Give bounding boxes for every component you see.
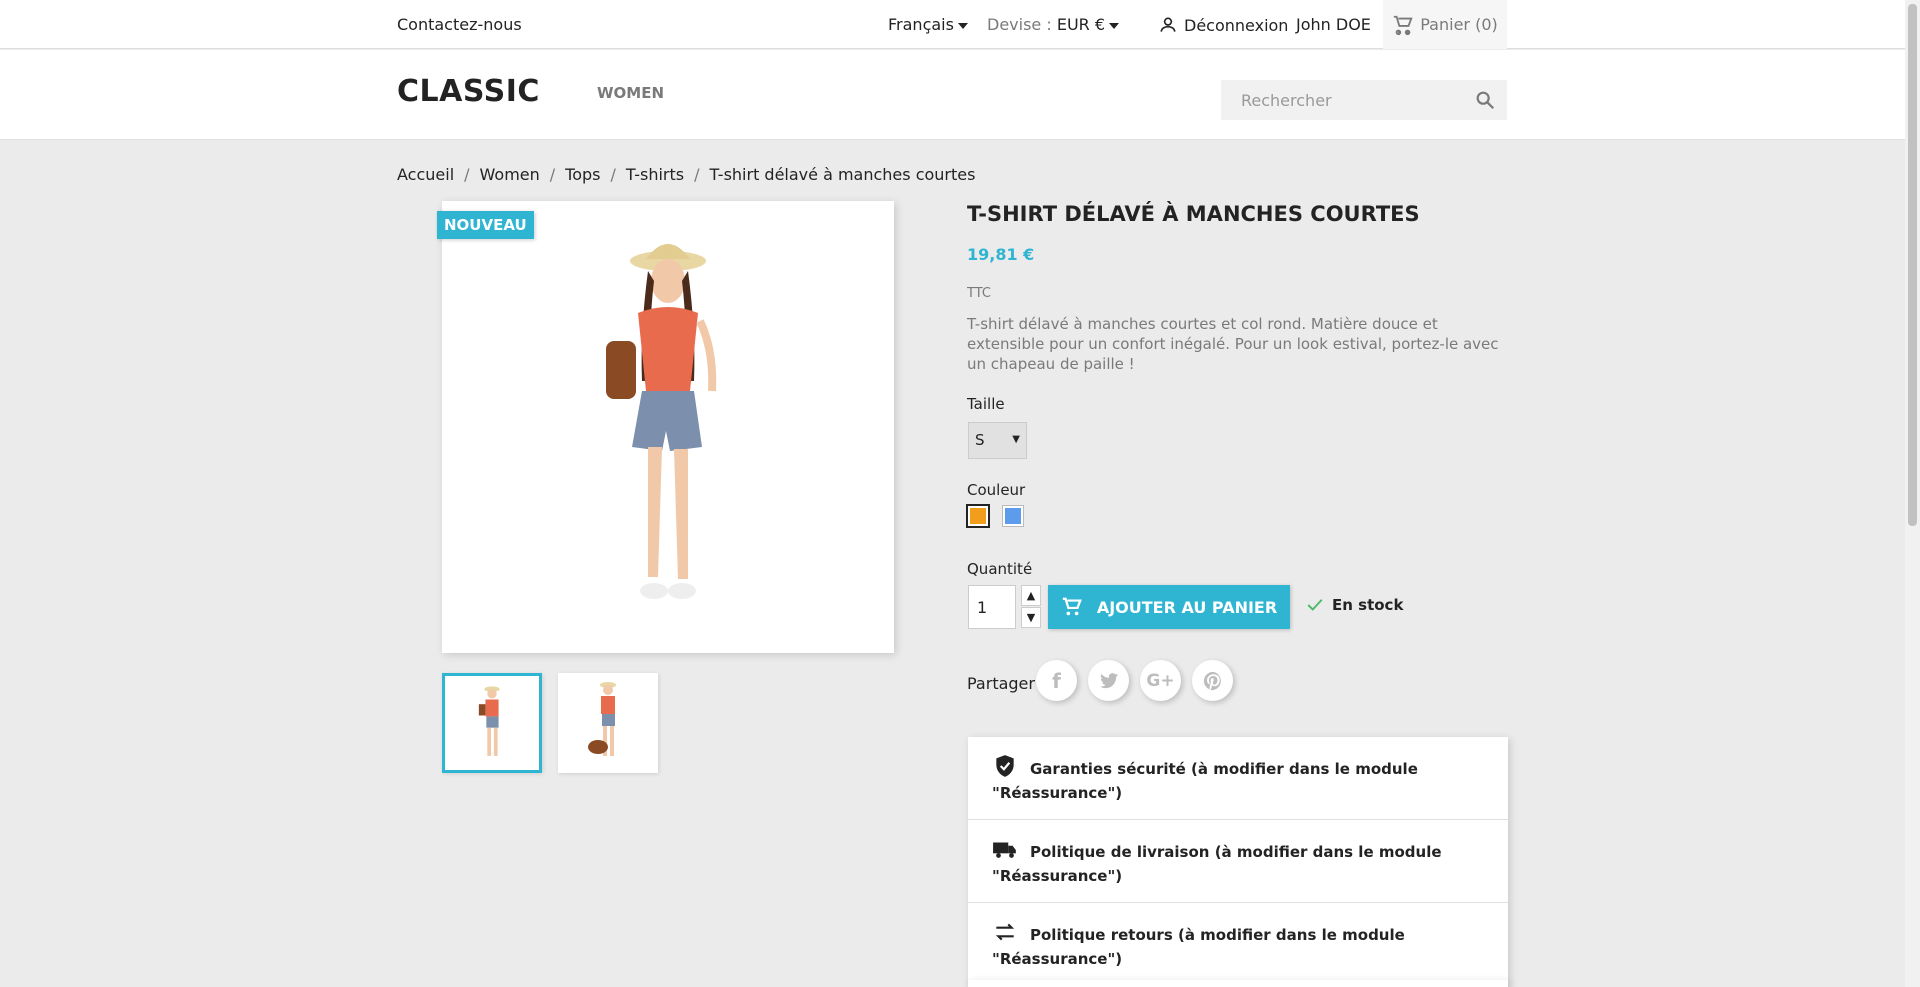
currency-selector[interactable]: Devise : EUR € (987, 15, 1120, 34)
search-input[interactable]: Rechercher (1221, 80, 1507, 120)
color-label: Couleur (967, 481, 1026, 499)
add-to-cart-label: AJOUTER AU PANIER (1096, 597, 1278, 617)
cart-icon (1062, 597, 1082, 616)
nav-item-women[interactable]: WOMEN (597, 84, 664, 102)
reassurance-label: Politique retours (à modifier dans le mo… (992, 926, 1405, 968)
top-bar: Contactez-nous Français Devise : EUR € D… (0, 0, 1905, 49)
pinterest-icon[interactable] (1192, 660, 1233, 701)
size-label: Taille (967, 395, 1005, 413)
stock-status: En stock (1306, 596, 1403, 614)
breadcrumb-item[interactable]: T-shirt délavé à manches courtes (709, 165, 975, 184)
cart-label: Panier (0) (1420, 15, 1498, 34)
truck-icon (993, 842, 1016, 858)
product-price: 19,81 € (967, 245, 1035, 264)
breadcrumb-separator: / (549, 165, 556, 184)
facebook-icon[interactable]: f (1036, 660, 1077, 701)
reassurance-label: Garanties sécurité (à modifier dans le m… (992, 760, 1418, 802)
reassurance-label: Politique de livraison (à modifier dans … (992, 843, 1442, 885)
account-link[interactable]: John DOE (1296, 15, 1371, 34)
product-photo (442, 201, 894, 653)
product-main-image[interactable] (442, 201, 894, 653)
site-header: CLASSIC WOMEN Rechercher (0, 50, 1905, 140)
product-thumbnail[interactable] (558, 673, 658, 773)
currency-value: EUR € (1056, 15, 1106, 34)
quantity-label: Quantité (967, 560, 1033, 578)
add-to-cart-button[interactable]: AJOUTER AU PANIER (1048, 585, 1290, 629)
quantity-input[interactable]: 1 (968, 585, 1016, 629)
check-icon (1307, 599, 1323, 611)
chevron-down-icon (1109, 22, 1120, 29)
user-icon (1160, 17, 1176, 32)
product-title: T-shirt délavé à manches courtes (967, 202, 1420, 226)
breadcrumb-item[interactable]: Accueil (397, 165, 454, 184)
page-scrollbar[interactable] (1905, 0, 1920, 987)
size-value: S (975, 431, 985, 449)
color-swatch-blue[interactable] (1003, 506, 1023, 526)
product-thumbnail[interactable] (442, 673, 542, 773)
new-badge: NOUVEAU (437, 211, 534, 239)
share-label: Partager (967, 674, 1035, 693)
twitter-icon[interactable] (1088, 660, 1129, 701)
shield-icon (996, 755, 1014, 777)
language-selector[interactable]: Français (888, 15, 968, 34)
cart-icon (1394, 15, 1413, 35)
currency-label: Devise : (987, 15, 1052, 34)
product-tabs-box (968, 980, 1508, 987)
chevron-down-icon (957, 22, 968, 29)
scrollbar-thumb[interactable] (1908, 4, 1917, 526)
swap-arrows-icon (995, 923, 1015, 941)
tax-label: TTC (967, 286, 991, 301)
language-label: Français (888, 15, 954, 34)
search-icon[interactable] (1474, 89, 1496, 111)
color-swatch-orange[interactable] (968, 506, 988, 526)
size-select[interactable]: S ▼ (968, 422, 1027, 459)
reassurance-item-returns: Politique retours (à modifier dans le mo… (968, 903, 1508, 985)
site-logo[interactable]: CLASSIC (397, 74, 540, 109)
reassurance-item-security: Garanties sécurité (à modifier dans le m… (968, 737, 1508, 820)
breadcrumb-separator: / (464, 165, 470, 184)
stock-label: En stock (1332, 596, 1404, 614)
logout-link[interactable]: Déconnexion (1158, 15, 1288, 35)
google-plus-icon[interactable]: G+ (1140, 660, 1181, 701)
breadcrumb-item[interactable]: T-shirts (626, 165, 684, 184)
chevron-down-icon: ▼ (1012, 434, 1020, 445)
breadcrumb-separator: / (694, 165, 700, 184)
thumbnail-photo (558, 673, 658, 773)
product-description: T-shirt délavé à manches courtes et col … (967, 315, 1499, 373)
breadcrumb-separator: / (610, 165, 616, 184)
logout-label: Déconnexion (1184, 15, 1289, 35)
quantity-decrease-button[interactable]: ▼ (1021, 607, 1041, 628)
breadcrumb: Accueil / Women / Tops / T-shirts / T-shirt … (397, 165, 975, 184)
cart-button[interactable]: Panier (0) (1383, 0, 1507, 49)
thumbnail-photo (445, 676, 539, 770)
reassurance-block: Garanties sécurité (à modifier dans le m… (968, 737, 1508, 985)
breadcrumb-item[interactable]: Tops (565, 165, 600, 184)
contact-link[interactable]: Contactez-nous (397, 15, 522, 34)
reassurance-item-delivery: Politique de livraison (à modifier dans … (968, 820, 1508, 903)
breadcrumb-item[interactable]: Women (480, 165, 540, 184)
quantity-increase-button[interactable]: ▲ (1021, 585, 1041, 606)
